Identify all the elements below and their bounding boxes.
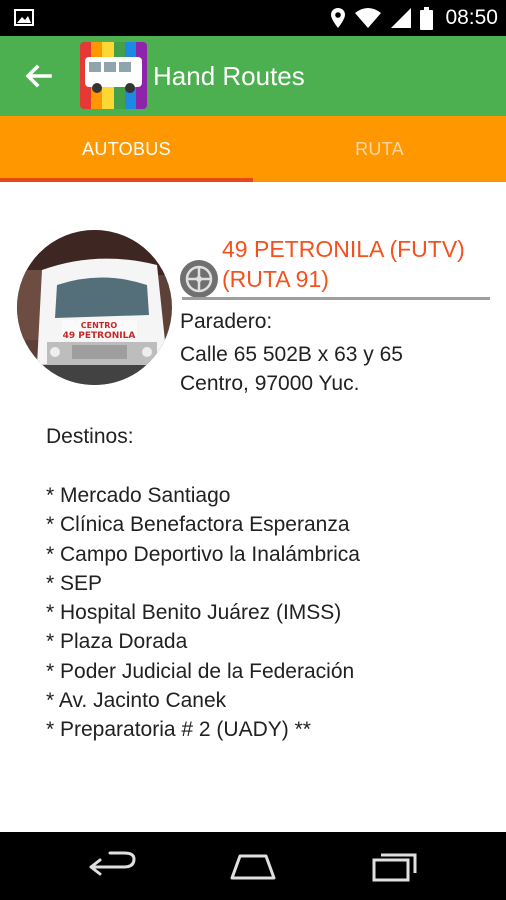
- recents-icon[interactable]: [370, 850, 420, 882]
- battery-icon: [420, 6, 434, 30]
- destino-item: * SEP: [46, 571, 103, 595]
- app-bar: Hand Routes: [0, 36, 506, 116]
- tab-ruta[interactable]: RUTA: [253, 116, 506, 182]
- app-logo-icon: [80, 42, 147, 109]
- status-icons: 08:50: [330, 0, 498, 36]
- tab-indicator: [0, 178, 253, 182]
- svg-text:CENTRO: CENTRO: [81, 321, 118, 330]
- paradero-address: Calle 65 502B x 63 y 65 Centro, 97000 Yu…: [180, 340, 490, 398]
- destino-item: * Poder Judicial de la Federación: [46, 659, 355, 683]
- route-title: 49 PETRONILA (FUTV) (RUTA 91): [222, 236, 465, 292]
- nav-bar: [0, 832, 506, 900]
- tab-bar: AUTOBUS RUTA: [0, 116, 506, 182]
- destino-item: * Hospital Benito Juárez (IMSS): [46, 601, 342, 625]
- home-icon[interactable]: [228, 850, 278, 882]
- status-bar: 08:50: [0, 0, 506, 36]
- destino-item: * Preparatoria # 2 (UADY) **: [46, 718, 311, 742]
- bus-photo: CENTRO 49 PETRONILA: [17, 230, 172, 385]
- wheel-icon: [180, 260, 218, 298]
- signal-icon: [391, 8, 412, 28]
- back-arrow-icon[interactable]: [22, 60, 54, 92]
- svg-text:49 PETRONILA: 49 PETRONILA: [63, 331, 136, 341]
- back-icon[interactable]: [88, 850, 138, 882]
- destino-item: * Mercado Santiago: [46, 484, 231, 507]
- destino-item: * Plaza Dorada: [46, 630, 188, 654]
- tab-autobus[interactable]: AUTOBUS: [0, 116, 253, 182]
- paradero-label: Paradero:: [180, 310, 273, 333]
- destino-item: * Av. Jacinto Canek: [46, 689, 227, 713]
- location-icon: [331, 8, 346, 28]
- image-notification-icon: [14, 9, 34, 26]
- wifi-icon: [355, 8, 382, 28]
- destino-item: * Campo Deportivo la Inalámbrica: [46, 542, 360, 566]
- address-line-1: Calle 65 502B x 63 y 65: [180, 343, 403, 366]
- destinos-label: Destinos:: [46, 425, 134, 448]
- route-divider: [182, 297, 490, 300]
- address-line-2: Centro, 97000 Yuc.: [180, 372, 360, 395]
- app-title: Hand Routes: [153, 61, 305, 91]
- clock: 08:50: [445, 6, 498, 29]
- destinos-list: * Mercado Santiago * Clínica Benefactora…: [46, 481, 360, 745]
- destino-item: * Clínica Benefactora Esperanza: [46, 513, 350, 537]
